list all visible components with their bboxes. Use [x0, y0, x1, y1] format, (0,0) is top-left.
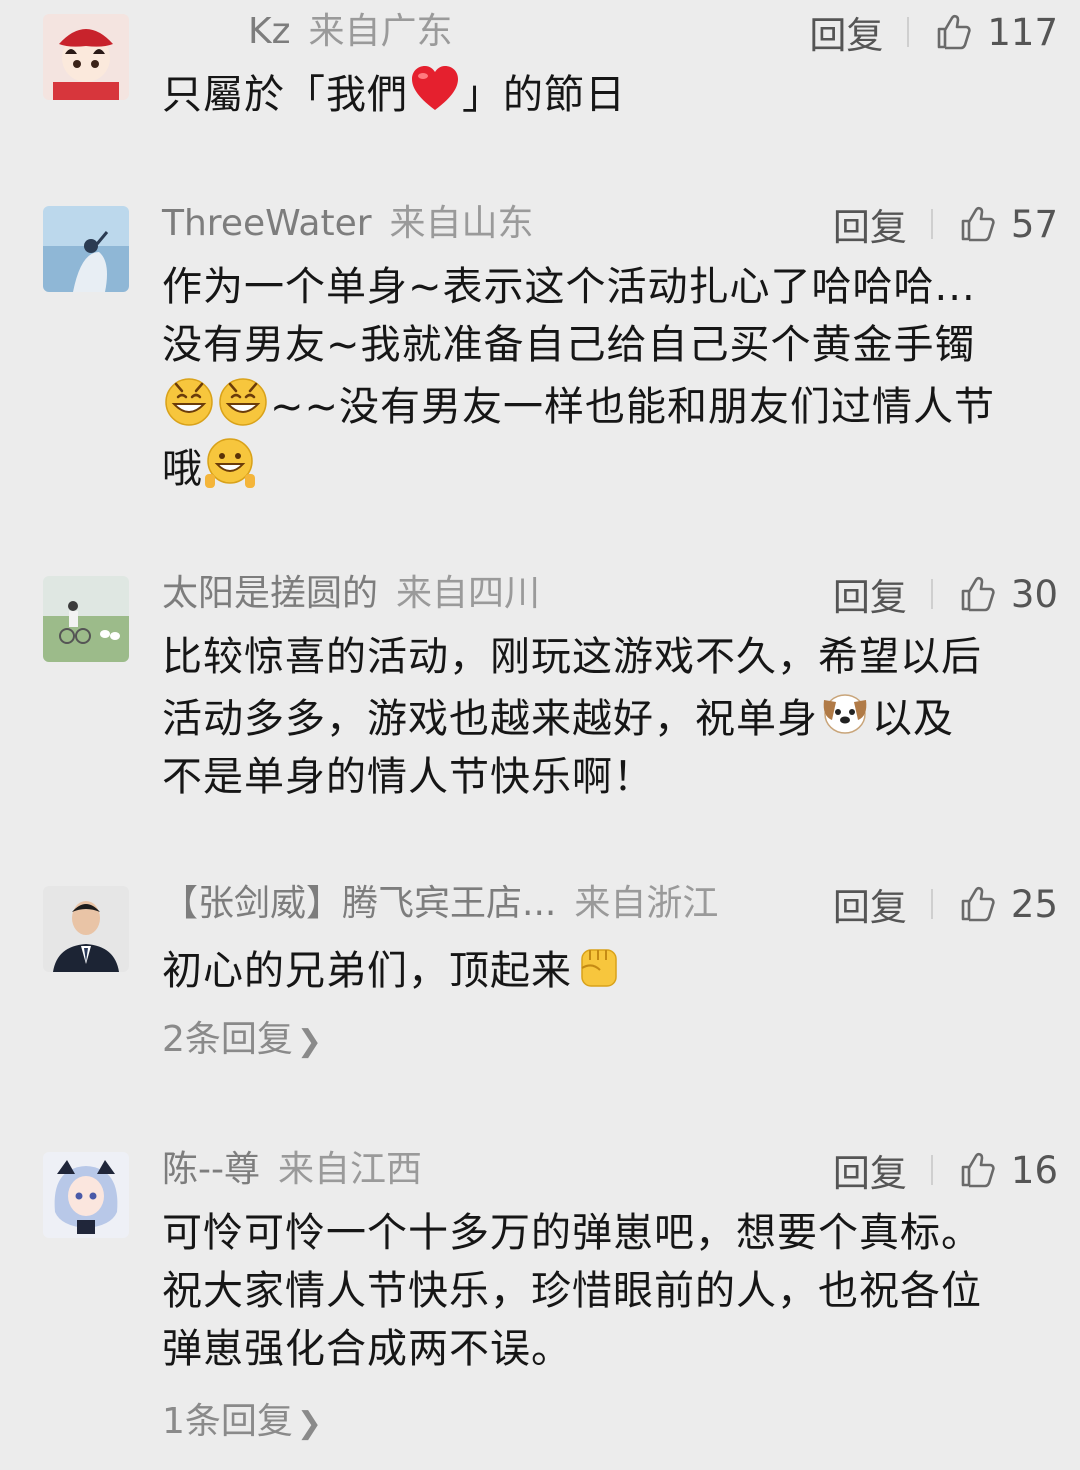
text-line: 初心的兄弟们，顶起来: [162, 938, 1062, 1000]
reply-button[interactable]: 回复: [833, 877, 907, 931]
text-fragment: 初心的兄弟们，顶起来: [162, 948, 572, 994]
avatar[interactable]: [43, 206, 129, 292]
location: 来自江西: [277, 1149, 422, 1190]
divider: [907, 17, 910, 47]
thumbs-up-icon[interactable]: [957, 884, 997, 924]
comment-text: 作为一个单身~表示这个活动扎心了哈哈哈... 没有男友~我就准备自己给自己买个黄…: [162, 258, 1062, 498]
comment-meta: 【张剑威】腾飞宾王店... 来自浙江: [162, 882, 718, 926]
avatar[interactable]: [43, 576, 129, 662]
reply-button[interactable]: 回复: [809, 5, 883, 59]
text-line: 哦: [162, 436, 1062, 498]
text-line: 没有男友~我就准备自己给自己买个黄金手镯: [162, 322, 976, 368]
avatar[interactable]: [43, 1152, 129, 1238]
like-count: 25: [1010, 882, 1058, 926]
username[interactable]: 【张剑威】腾飞宾王店...: [162, 883, 556, 924]
username[interactable]: 太阳是搓圆的: [162, 573, 378, 614]
like-count: 30: [1010, 572, 1058, 616]
comment-actions: 回复 117: [809, 10, 1058, 58]
comment-meta: 陈--尊 来自江西: [162, 1148, 422, 1192]
text-fragment: 只屬於「我們: [162, 72, 408, 118]
comment-actions: 回复 16: [833, 1148, 1058, 1196]
thumbs-up-icon[interactable]: [933, 12, 973, 52]
comment-actions: 回复 57: [833, 202, 1058, 250]
divider: [930, 209, 933, 239]
text-fragment: 以及: [872, 696, 954, 742]
reply-button[interactable]: 回复: [833, 1143, 907, 1197]
comment-text: 初心的兄弟们，顶起来: [162, 938, 1062, 1000]
text-line: 祝大家情人节快乐，珍惜眼前的人，也祝各位: [162, 1268, 982, 1314]
text-line: 作为一个单身~表示这个活动扎心了哈哈哈...: [162, 264, 976, 310]
location: 来自广东: [308, 11, 453, 52]
like-count: 16: [1010, 1148, 1058, 1192]
like-count: 117: [987, 10, 1058, 54]
raised-fist-emoji-icon: [572, 938, 626, 992]
thumbs-up-icon[interactable]: [957, 574, 997, 614]
replies-count: 2条回复: [162, 1019, 293, 1060]
divider: [930, 1155, 933, 1185]
grinning-emoji-icon: [162, 374, 216, 428]
reply-button[interactable]: 回复: [833, 197, 907, 251]
text-fragment: 哦: [162, 446, 203, 492]
avatar[interactable]: [43, 886, 129, 972]
grinning-emoji-icon: [216, 374, 270, 428]
text-line: ~~没有男友一样也能和朋友们过情人节: [162, 374, 1062, 436]
comment-meta: 太阳是搓圆的 来自四川: [162, 572, 540, 616]
like-count: 57: [1010, 202, 1058, 246]
smile-peace-emoji-icon: [203, 436, 257, 490]
text-line: 比较惊喜的活动，刚玩这游戏不久，希望以后: [162, 634, 982, 680]
username[interactable]: ThreeWater: [162, 203, 372, 244]
comment-actions: 回复 25: [833, 882, 1058, 930]
comment-text: 只屬於「我們 」的節日: [162, 62, 1062, 124]
username[interactable]: Kz: [248, 11, 291, 52]
replies-count: 1条回复: [162, 1401, 293, 1442]
chevron-right-icon: ❯: [296, 1024, 323, 1059]
reply-button[interactable]: 回复: [833, 567, 907, 621]
divider: [930, 889, 933, 919]
text-line: 可怜可怜一个十多万的弹崽吧，想要个真标。: [162, 1210, 982, 1256]
comment-text: 可怜可怜一个十多万的弹崽吧，想要个真标。 祝大家情人节快乐，珍惜眼前的人，也祝各…: [162, 1204, 1062, 1378]
comment-meta: ThreeWater 来自山东: [162, 202, 534, 246]
chevron-right-icon: ❯: [296, 1406, 323, 1441]
text-line: 不是单身的情人节快乐啊！: [162, 754, 654, 800]
text-line: 活动多多，游戏也越来越好，祝单身 以及: [162, 686, 1062, 748]
username[interactable]: 陈--尊: [162, 1149, 260, 1190]
location: 来自浙江: [574, 883, 719, 924]
view-replies-link[interactable]: 1条回复 ❯: [162, 1400, 322, 1444]
thumbs-up-icon[interactable]: [957, 204, 997, 244]
red-heart-icon: [408, 62, 462, 116]
comment-text: 比较惊喜的活动，刚玩这游戏不久，希望以后 活动多多，游戏也越来越好，祝单身 以及 …: [162, 628, 1062, 806]
text-fragment: 活动多多，游戏也越来越好，祝单身: [162, 696, 818, 742]
view-replies-link[interactable]: 2条回复 ❯: [162, 1018, 322, 1062]
text-fragment: 」的節日: [462, 72, 626, 118]
dog-face-emoji-icon: [818, 686, 872, 740]
text-fragment: ~~没有男友一样也能和朋友们过情人节: [270, 384, 996, 430]
location: 来自四川: [396, 573, 541, 614]
comment-actions: 回复 30: [833, 572, 1058, 620]
text-line: 弹崽强化合成两不误。: [162, 1326, 572, 1372]
comment-meta: Kz 来自广东: [248, 10, 453, 54]
avatar[interactable]: [43, 14, 129, 100]
divider: [930, 579, 933, 609]
location: 来自山东: [389, 203, 534, 244]
thumbs-up-icon[interactable]: [957, 1150, 997, 1190]
